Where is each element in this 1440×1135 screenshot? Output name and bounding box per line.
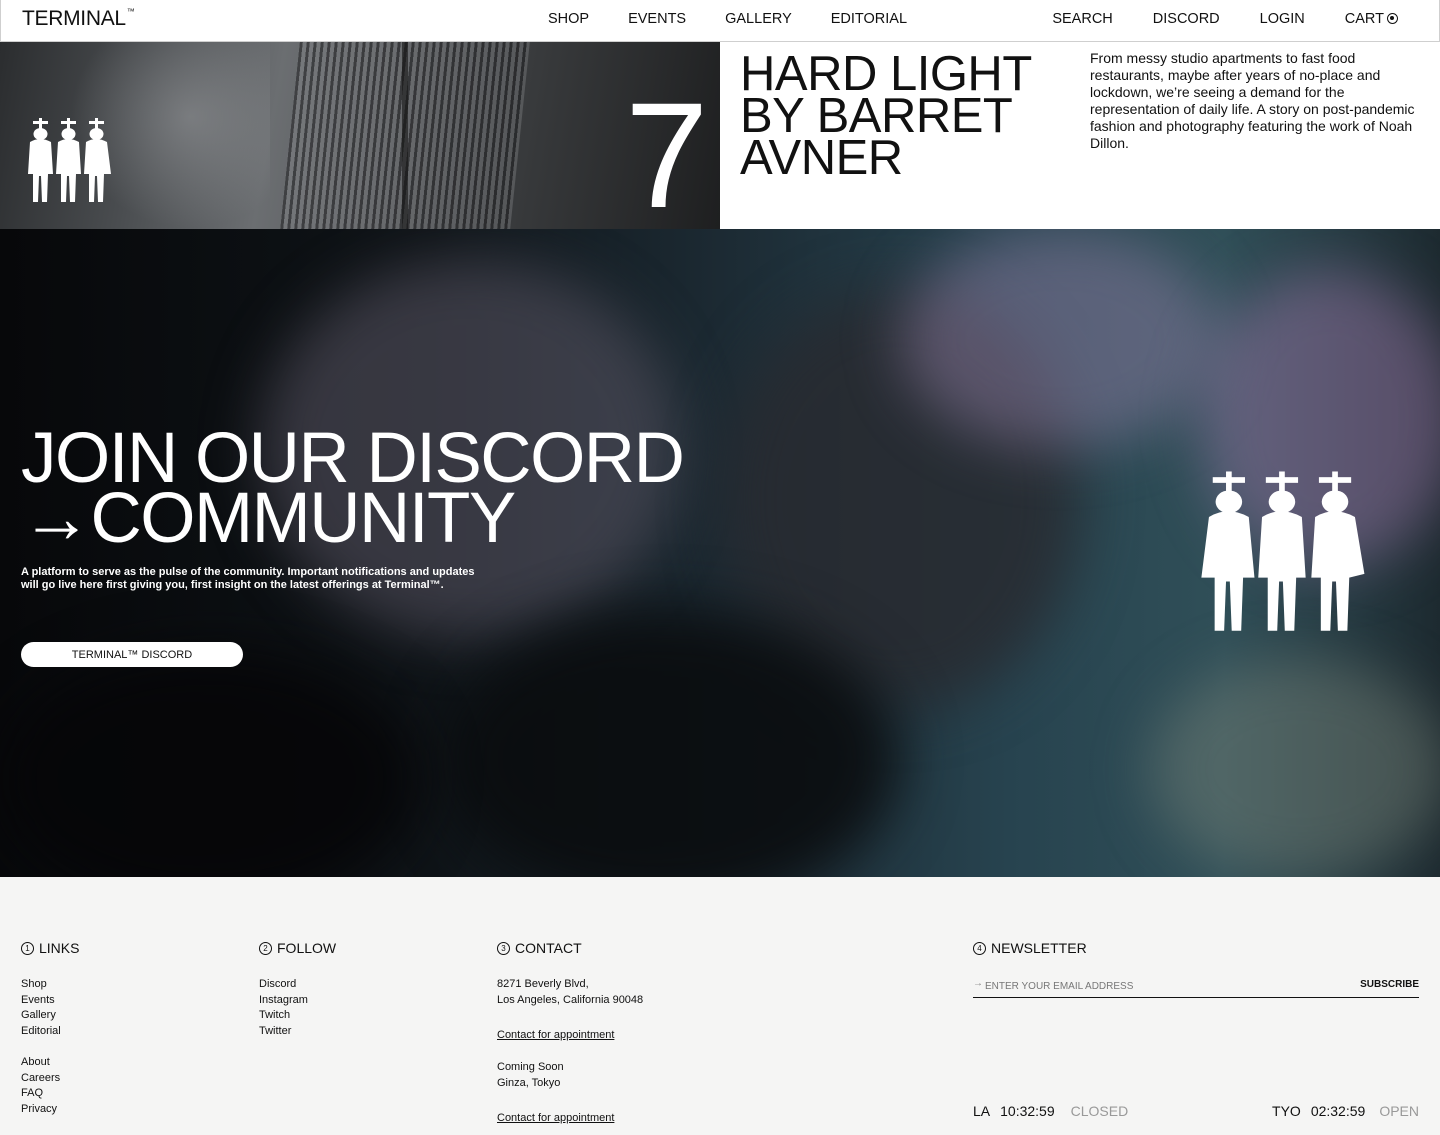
footer-newsletter: 4 NEWSLETTER → SUBSCRIBE	[973, 940, 1419, 998]
hero-bg-blur	[900, 229, 1220, 449]
footer-links-heading: 1 LINKS	[21, 940, 79, 956]
cart-icon	[1387, 13, 1398, 24]
footer-contact: 3 CONTACT 8271 Beverly Blvd, Los Angeles…	[497, 940, 643, 1126]
footer-link-shop[interactable]: Shop	[21, 977, 79, 993]
contact-appointment-link-tokyo[interactable]: Contact for appointment	[497, 1112, 614, 1124]
subscribe-button[interactable]: SUBSCRIBE	[1360, 979, 1419, 990]
footer-link-events[interactable]: Events	[21, 993, 79, 1009]
nav-editorial[interactable]: EDITORIAL	[831, 11, 907, 27]
follow-discord[interactable]: Discord	[259, 977, 336, 993]
hero-description: A platform to serve as the pulse of the …	[21, 566, 475, 591]
logo-text: TERMINAL	[22, 7, 126, 30]
three-figures-icon	[20, 116, 116, 206]
clock-la: LA 10:32:59 CLOSED	[973, 1103, 1128, 1119]
photo-zipper	[402, 42, 408, 229]
three-figures-small-svg	[28, 118, 111, 202]
nav-gallery[interactable]: GALLERY	[725, 11, 792, 27]
la-address: 8271 Beverly Blvd, Los Angeles, Californ…	[497, 977, 643, 1008]
links-heading-text: LINKS	[39, 940, 80, 956]
footer-links-secondary: About Careers FAQ Privacy	[21, 1055, 79, 1117]
utility-nav: SEARCH DISCORD LOGIN CART	[1012, 11, 1398, 27]
hero-title: JOIN OUR DISCORD →COMMUNITY	[21, 423, 685, 558]
follow-twitch[interactable]: Twitch	[259, 1008, 336, 1024]
follow-instagram[interactable]: Instagram	[259, 993, 336, 1009]
footer-links-primary: Shop Events Gallery Editorial	[21, 977, 79, 1039]
footer-follow-heading: 2 FOLLOW	[259, 940, 336, 956]
tokyo-address: Coming Soon Ginza, Tokyo	[497, 1060, 643, 1091]
footer-contact-heading: 3 CONTACT	[497, 940, 643, 956]
three-figures-icon	[1190, 467, 1372, 639]
editorial-feature[interactable]: 7 HARD LIGHT BY BARRET AVNER From messy …	[0, 42, 1440, 229]
logo-trademark: ™	[126, 7, 135, 16]
clock-la-city: LA	[973, 1103, 991, 1119]
footer-link-editorial[interactable]: Editorial	[21, 1024, 79, 1040]
clock-tyo-time: 02:32:59	[1310, 1103, 1366, 1119]
clock-la-time: 10:32:59	[1000, 1103, 1055, 1119]
footer-follow: 2 FOLLOW Discord Instagram Twitch Twitte…	[259, 940, 336, 1039]
discord-hero: JOIN OUR DISCORD →COMMUNITY A platform t…	[0, 229, 1440, 877]
follow-twitter[interactable]: Twitter	[259, 1024, 336, 1040]
site-logo[interactable]: TERMINAL™	[22, 7, 135, 31]
nav-discord[interactable]: DISCORD	[1153, 11, 1220, 27]
cart-label: CART	[1344, 11, 1384, 27]
follow-heading-text: FOLLOW	[277, 940, 337, 956]
nav-events[interactable]: EVENTS	[628, 11, 686, 27]
footer-link-about[interactable]: About	[21, 1055, 79, 1071]
newsletter-email-input[interactable]	[985, 976, 1345, 996]
coming-soon-label: Coming Soon	[497, 1061, 564, 1073]
footer-link-gallery[interactable]: Gallery	[21, 1008, 79, 1024]
clock-la-status: CLOSED	[1070, 1103, 1129, 1119]
site-footer: 1 LINKS Shop Events Gallery Editorial Ab…	[0, 877, 1440, 1135]
number-2-icon: 2	[259, 941, 272, 955]
editorial-description: From messy studio apartments to fast foo…	[1090, 50, 1415, 151]
number-3-icon: 3	[497, 941, 510, 955]
site-header: TERMINAL™ SHOP EVENTS GALLERY EDITORIAL …	[0, 0, 1440, 42]
contact-heading-text: CONTACT	[515, 940, 582, 956]
clock-tyo: TYO 02:32:59 OPEN	[1272, 1103, 1419, 1119]
main-nav: SHOP EVENTS GALLERY EDITORIAL	[548, 11, 946, 27]
newsletter-heading-text: NEWSLETTER	[991, 940, 1087, 956]
address-line-1: 8271 Beverly Blvd,	[497, 978, 589, 990]
nav-shop[interactable]: SHOP	[548, 11, 589, 27]
number-1-icon: 1	[21, 941, 34, 955]
clock-tyo-city: TYO	[1272, 1103, 1301, 1119]
editorial-photo: 7	[0, 42, 720, 229]
editorial-number: 7	[625, 71, 708, 229]
hero-bg-blur	[0, 649, 420, 877]
footer-link-careers[interactable]: Careers	[21, 1071, 79, 1087]
footer-newsletter-heading: 4 NEWSLETTER	[973, 940, 1419, 956]
discord-button[interactable]: TERMINAL™ DISCORD	[21, 642, 243, 667]
number-4-icon: 4	[973, 941, 986, 955]
nav-search[interactable]: SEARCH	[1052, 11, 1112, 27]
nav-login[interactable]: LOGIN	[1260, 11, 1305, 27]
clock-tyo-status: OPEN	[1379, 1103, 1419, 1119]
footer-follow-list: Discord Instagram Twitch Twitter	[259, 977, 336, 1039]
hero-bg-blur	[1150, 659, 1440, 877]
editorial-title[interactable]: HARD LIGHT BY BARRET AVNER	[740, 50, 1070, 183]
footer-links: 1 LINKS Shop Events Gallery Editorial Ab…	[21, 940, 79, 1117]
hero-title-line2: →COMMUNITY	[21, 479, 516, 558]
newsletter-form: → SUBSCRIBE	[973, 976, 1419, 998]
contact-appointment-link-la[interactable]: Contact for appointment	[497, 1029, 614, 1041]
footer-link-privacy[interactable]: Privacy	[21, 1102, 79, 1118]
tokyo-location: Ginza, Tokyo	[497, 1076, 561, 1089]
address-line-2: Los Angeles, California 90048	[497, 993, 644, 1006]
arrow-right-icon: →	[973, 978, 983, 989]
three-figures-large-svg	[1201, 471, 1365, 631]
nav-cart[interactable]: CART	[1345, 11, 1398, 27]
footer-link-faq[interactable]: FAQ	[21, 1086, 79, 1102]
